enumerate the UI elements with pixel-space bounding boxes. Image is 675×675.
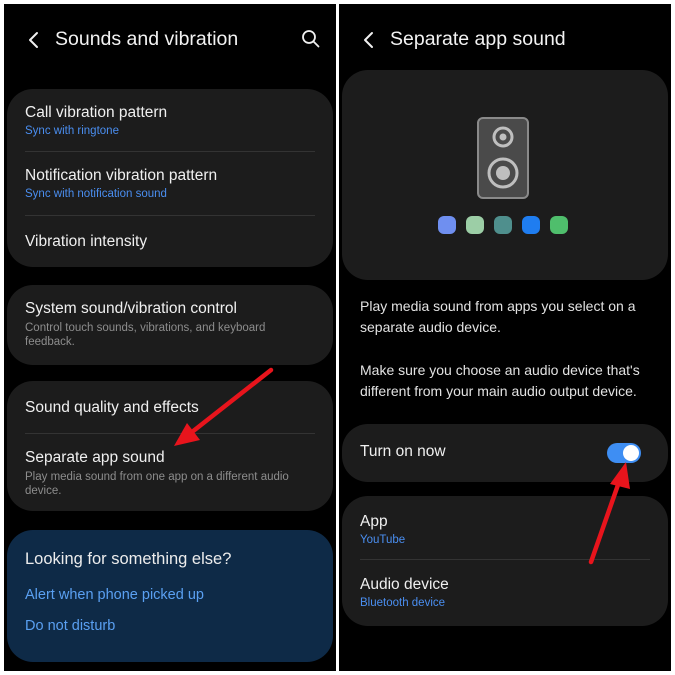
call-vibration-pattern-item[interactable]: Call vibration pattern Sync with rington… <box>7 89 333 151</box>
page-title: Sounds and vibration <box>55 28 239 50</box>
vibration-intensity-item[interactable]: Vibration intensity <box>7 216 333 267</box>
do-not-disturb-link[interactable]: Do not disturb <box>25 618 115 634</box>
color-dot <box>494 216 512 234</box>
item-value: Sync with notification sound <box>25 188 167 200</box>
item-title: Notification vibration pattern <box>25 167 218 184</box>
item-value: Sync with ringtone <box>25 125 119 137</box>
search-button[interactable] <box>298 26 324 52</box>
item-title: System sound/vibration control <box>25 300 237 317</box>
item-description: Control touch sounds, vibrations, and ke… <box>25 322 266 348</box>
turn-on-now-toggle[interactable] <box>607 443 641 463</box>
audio-device-item[interactable]: Audio device Bluetooth device <box>342 560 668 626</box>
separate-app-sound-screen: Separate app sound Play media sound from… <box>339 4 671 671</box>
chevron-left-icon <box>29 32 38 48</box>
top-app-bar: Separate app sound <box>339 4 671 80</box>
item-description: Play media sound from one app on a diffe… <box>25 471 289 497</box>
toggle-label: Turn on now <box>360 443 446 460</box>
vibration-settings-card: Call vibration pattern Sync with rington… <box>7 89 333 267</box>
item-value: Bluetooth device <box>360 597 446 609</box>
separate-app-sound-item[interactable]: Separate app sound Play media sound from… <box>7 434 333 511</box>
suggestions-card: Looking for something else? Alert when p… <box>7 530 333 662</box>
color-dot <box>550 216 568 234</box>
notification-vibration-pattern-item[interactable]: Notification vibration pattern Sync with… <box>7 152 333 215</box>
color-dot <box>466 216 484 234</box>
chevron-left-icon <box>364 32 373 48</box>
item-title: App <box>360 513 388 530</box>
illustration-card <box>342 70 668 280</box>
speaker-icon <box>477 117 529 199</box>
app-item[interactable]: App YouTube <box>342 496 668 559</box>
back-button[interactable] <box>355 26 383 54</box>
sounds-and-vibration-screen: Sounds and vibration Call vibration patt… <box>4 4 336 671</box>
sound-quality-card: Sound quality and effects Separate app s… <box>7 381 333 511</box>
item-title: Vibration intensity <box>25 233 148 250</box>
color-dot <box>438 216 456 234</box>
description-text: Play media sound from apps you select on… <box>360 298 636 335</box>
system-sound-vibration-control-item[interactable]: System sound/vibration control Control t… <box>7 285 333 365</box>
turn-on-now-card: Turn on now <box>342 424 668 482</box>
item-title: Separate app sound <box>25 449 165 466</box>
item-title: Audio device <box>360 576 449 593</box>
alert-when-phone-picked-up-link[interactable]: Alert when phone picked up <box>25 587 204 603</box>
search-icon <box>302 30 320 48</box>
page-title: Separate app sound <box>390 28 566 50</box>
back-button[interactable] <box>20 26 48 54</box>
app-device-card: App YouTube Audio device Bluetooth devic… <box>342 496 668 626</box>
item-title: Sound quality and effects <box>25 399 199 416</box>
toggle-knob <box>623 445 639 461</box>
description-text: Make sure you choose an audio device tha… <box>360 362 640 399</box>
suggestions-title: Looking for something else? <box>25 550 232 568</box>
system-sound-card: System sound/vibration control Control t… <box>7 285 333 365</box>
item-value: YouTube <box>360 534 406 546</box>
sound-quality-and-effects-item[interactable]: Sound quality and effects <box>7 381 333 433</box>
color-dot <box>522 216 540 234</box>
item-title: Call vibration pattern <box>25 104 168 121</box>
top-app-bar: Sounds and vibration <box>4 4 336 80</box>
